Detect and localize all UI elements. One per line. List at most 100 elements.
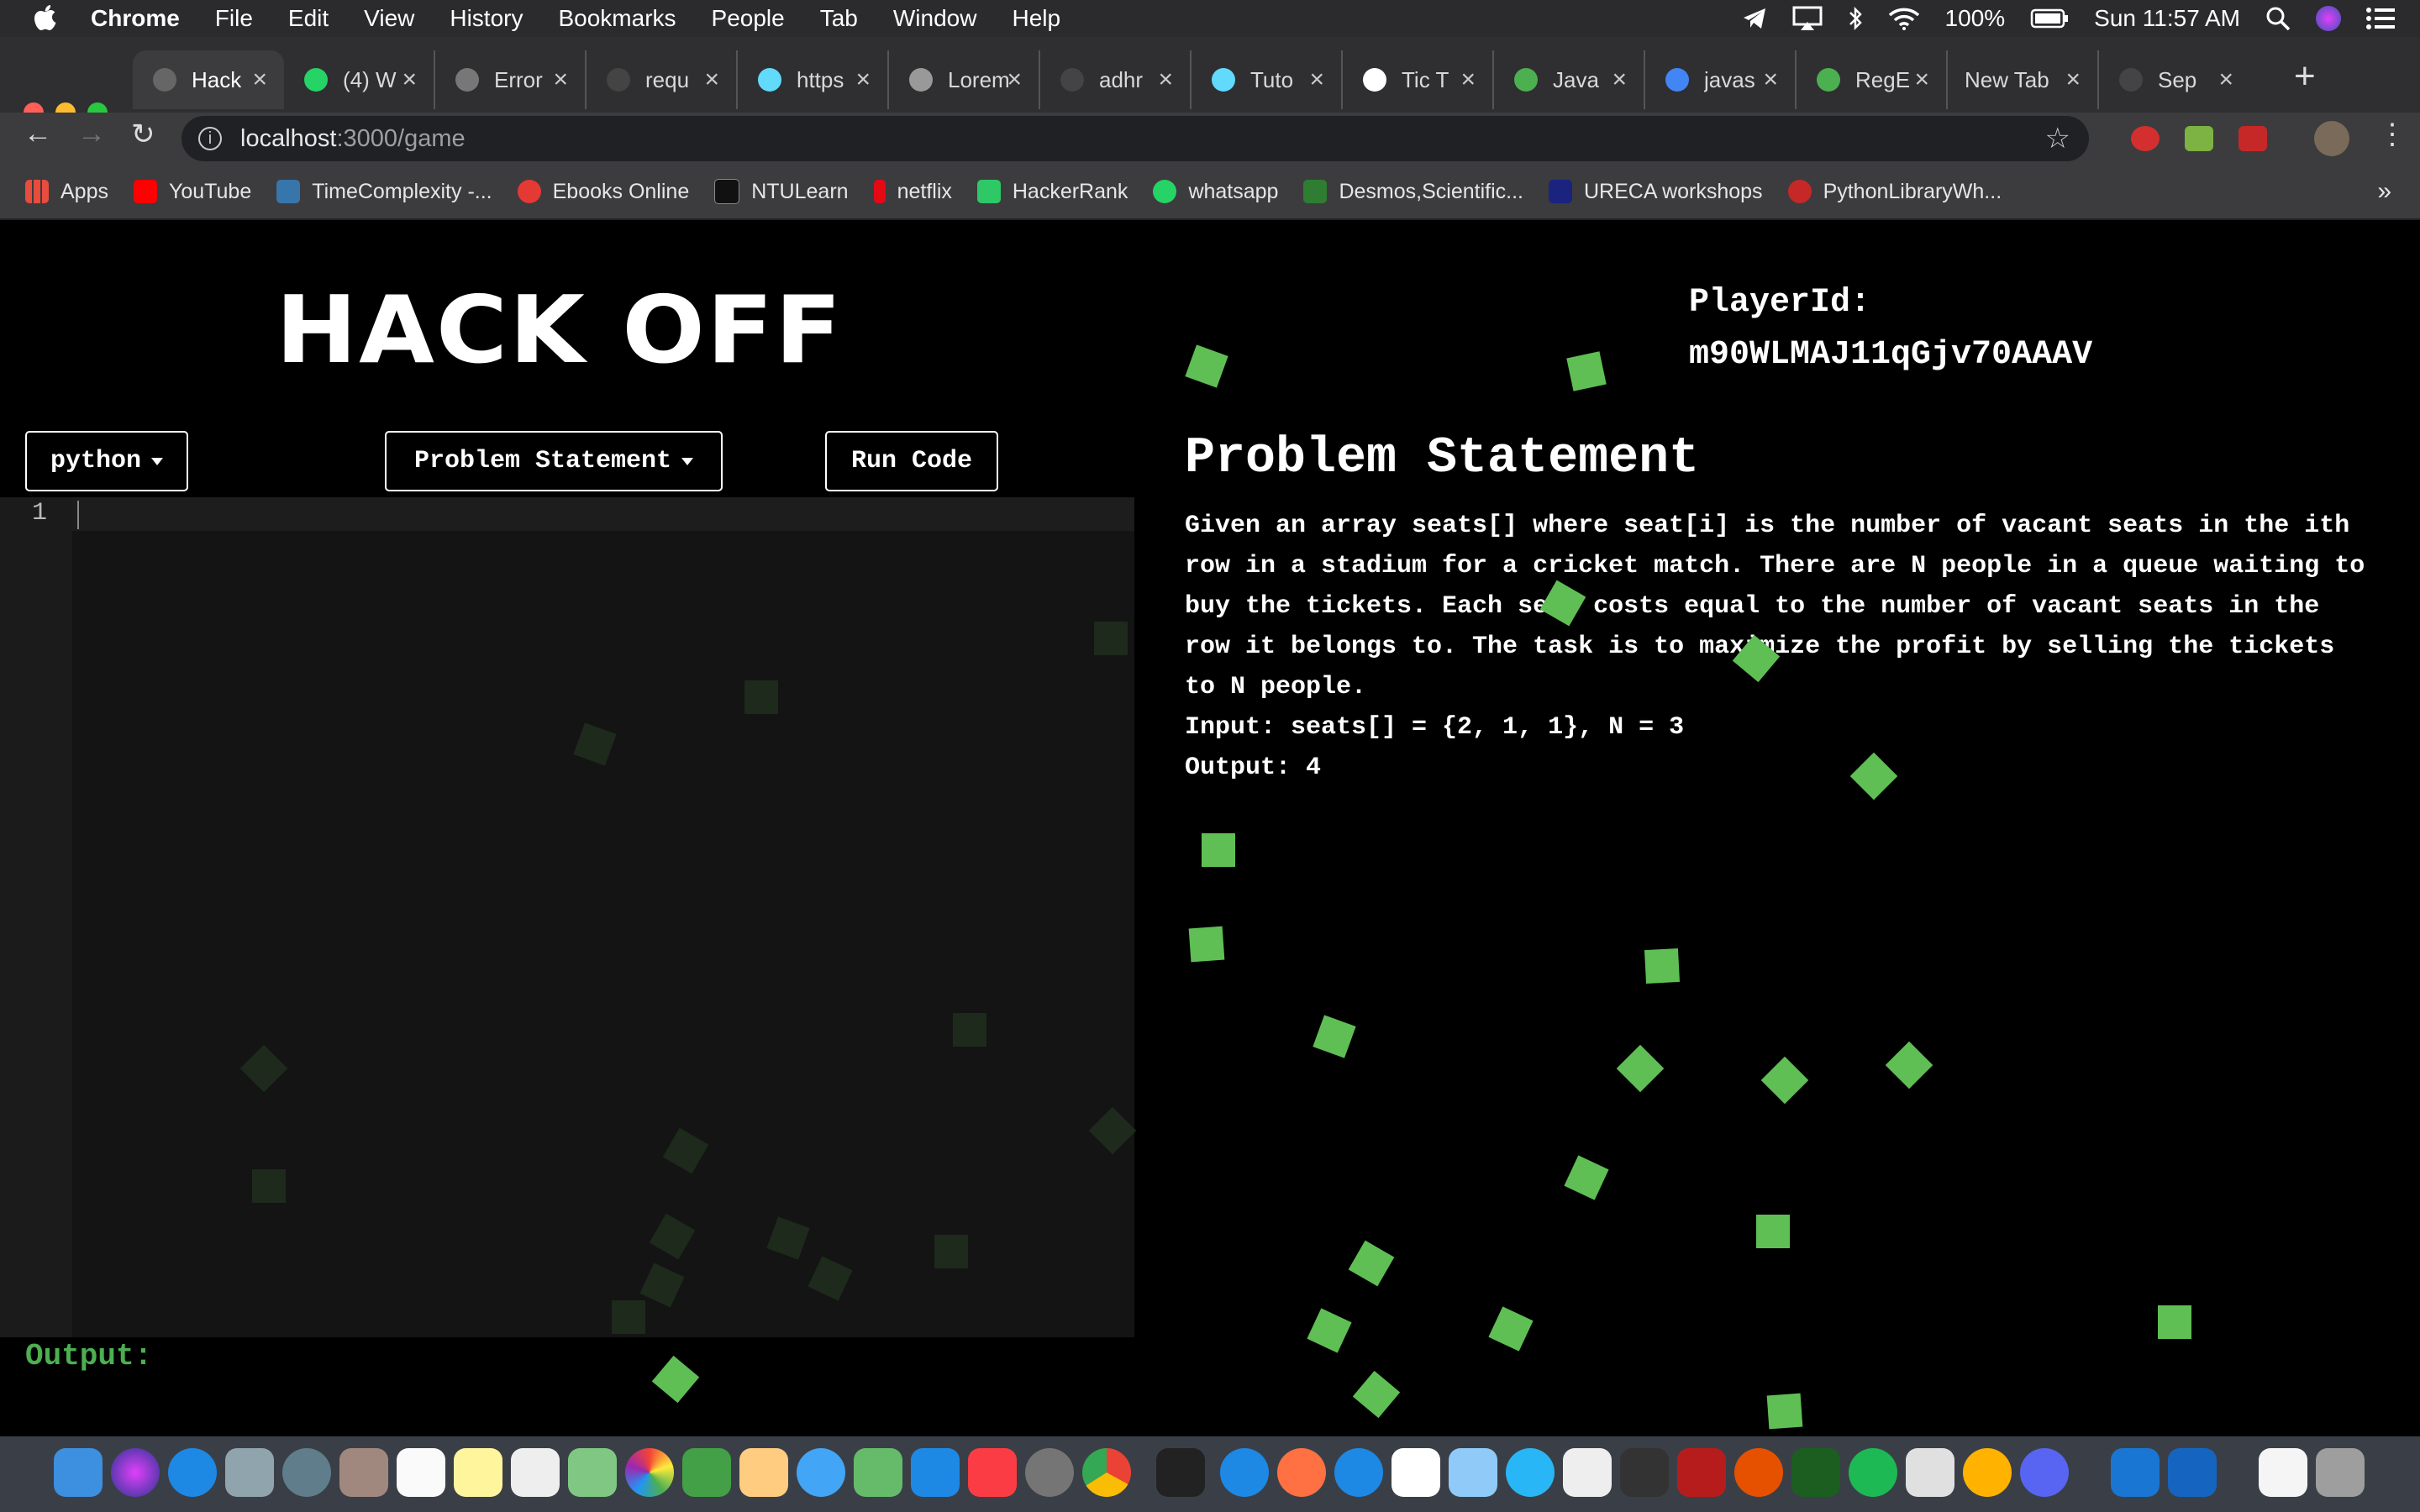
trash-icon[interactable] (2316, 1448, 2365, 1497)
menu-people[interactable]: People (712, 5, 785, 32)
menu-view[interactable]: View (364, 5, 414, 32)
tab-hackoff[interactable]: Hack × (133, 50, 284, 109)
numbers-icon[interactable] (854, 1448, 902, 1497)
terminal-icon[interactable] (1156, 1448, 1205, 1497)
airplay-icon[interactable] (1792, 6, 1823, 31)
sketch-pen-icon[interactable] (1277, 1448, 1326, 1497)
close-icon[interactable]: × (704, 66, 719, 94)
photos-icon[interactable] (625, 1448, 674, 1497)
address-bar[interactable]: i localhost:3000/game ☆ (182, 116, 2089, 161)
tab-tictac[interactable]: Tic T × (1343, 50, 1494, 109)
launchpad-icon[interactable] (282, 1448, 331, 1497)
site-info-icon[interactable]: i (198, 127, 222, 150)
calendar-icon[interactable] (397, 1448, 445, 1497)
messages-icon[interactable] (797, 1448, 845, 1497)
safari-icon[interactable] (168, 1448, 217, 1497)
bookmark-star-icon[interactable]: ☆ (2045, 122, 2070, 155)
close-icon[interactable]: × (1612, 66, 1627, 94)
bookmark-pythonlibrary[interactable]: PythonLibraryWh... (1787, 180, 2002, 204)
close-icon[interactable]: × (2065, 66, 2081, 94)
bookmark-ebooks[interactable]: Ebooks Online (517, 180, 689, 204)
menu-help[interactable]: Help (1012, 5, 1060, 32)
bookmarks-overflow-icon[interactable]: » (2377, 177, 2391, 206)
wifi-icon[interactable] (1888, 7, 1920, 30)
profile-avatar[interactable] (2314, 121, 2349, 156)
code-editor[interactable]: 1 (0, 497, 1134, 1337)
keynote-icon[interactable] (739, 1448, 788, 1497)
close-icon[interactable]: × (1460, 66, 1476, 94)
facetime-icon[interactable] (682, 1448, 731, 1497)
tab-github-requ[interactable]: requ × (587, 50, 738, 109)
siri-dock-icon[interactable] (111, 1448, 160, 1497)
discord-icon[interactable] (2020, 1448, 2069, 1497)
mail-icon[interactable] (225, 1448, 274, 1497)
bookmark-youtube[interactable]: YouTube (133, 180, 251, 204)
forward-arrow-icon[interactable]: → (77, 118, 106, 150)
tab-error[interactable]: Error × (435, 50, 587, 109)
music-icon[interactable] (968, 1448, 1017, 1497)
unity-icon[interactable] (1620, 1448, 1669, 1497)
bookmark-ntulearn[interactable]: NTULearn (714, 179, 849, 204)
chrome-icon[interactable] (1082, 1448, 1131, 1497)
language-dropdown[interactable]: python (25, 431, 188, 491)
menu-clock[interactable]: Sun 11:57 AM (2094, 5, 2240, 32)
photo-booth-icon[interactable] (1677, 1448, 1726, 1497)
tab-regex[interactable]: RegE × (1797, 50, 1948, 109)
close-icon[interactable]: × (553, 66, 568, 94)
keynote-dock-icon[interactable] (911, 1448, 960, 1497)
textedit-icon[interactable] (1906, 1448, 1954, 1497)
contacts-icon[interactable] (339, 1448, 388, 1497)
close-icon[interactable]: × (1158, 66, 1173, 94)
spotlight-search-icon[interactable] (2265, 6, 2291, 31)
run-code-button[interactable]: Run Code (825, 431, 998, 491)
bookmark-timecomplexity[interactable]: TimeComplexity -... (276, 180, 492, 204)
close-icon[interactable]: × (252, 66, 267, 94)
problem-statement-dropdown[interactable]: Problem Statement (385, 431, 723, 491)
tab-github-adhr[interactable]: adhr × (1040, 50, 1192, 109)
menu-app-name[interactable]: Chrome (91, 5, 180, 32)
bookmark-desmos[interactable]: Desmos,Scientific... (1303, 180, 1523, 204)
unity-hub-icon[interactable] (1563, 1448, 1612, 1497)
adblock-extension-icon[interactable] (2131, 126, 2160, 151)
swift-playgrounds-icon[interactable] (1963, 1448, 2012, 1497)
document-icon[interactable] (2259, 1448, 2307, 1497)
back-arrow-icon[interactable]: ← (24, 118, 52, 150)
apple-menu-icon[interactable] (32, 2, 62, 35)
battery-icon[interactable] (2030, 8, 2069, 29)
system-preferences-icon[interactable] (1025, 1448, 1074, 1497)
close-icon[interactable]: × (402, 66, 417, 94)
tab-google-javas[interactable]: javas × (1645, 50, 1797, 109)
excel-icon[interactable] (1791, 1448, 1840, 1497)
bluetooth-icon[interactable] (1848, 6, 1863, 31)
tab-react-https[interactable]: https × (738, 50, 889, 109)
menu-bookmarks[interactable]: Bookmarks (558, 5, 676, 32)
minecraft-extension-icon[interactable] (2185, 126, 2213, 151)
finder-icon[interactable] (54, 1448, 103, 1497)
menu-tab[interactable]: Tab (820, 5, 858, 32)
tab-github-sep[interactable]: Sep × (2099, 50, 2250, 109)
close-icon[interactable]: × (1309, 66, 1324, 94)
tab-lorem[interactable]: Lorem × (889, 50, 1040, 109)
menu-edit[interactable]: Edit (288, 5, 329, 32)
close-icon[interactable]: × (855, 66, 871, 94)
reminders-icon[interactable] (511, 1448, 560, 1497)
close-icon[interactable]: × (1763, 66, 1778, 94)
slack-icon[interactable] (1392, 1448, 1440, 1497)
bookmark-apps[interactable]: Apps (25, 180, 108, 204)
bookmark-netflix[interactable]: netflix (873, 180, 952, 204)
tab-new-tab[interactable]: New Tab × (1948, 50, 2099, 109)
bookmark-whatsapp[interactable]: whatsapp (1153, 180, 1278, 204)
reload-icon[interactable]: ↻ (131, 118, 155, 151)
tab-react-tuto[interactable]: Tuto × (1192, 50, 1343, 109)
preview-icon[interactable] (1449, 1448, 1497, 1497)
skype-icon[interactable] (1334, 1448, 1383, 1497)
menu-window[interactable]: Window (893, 5, 977, 32)
telegram-status-icon[interactable] (1742, 7, 1767, 30)
menu-history[interactable]: History (450, 5, 523, 32)
blender-icon[interactable] (1734, 1448, 1783, 1497)
close-icon[interactable]: × (1914, 66, 1929, 94)
bookmark-hackerrank[interactable]: HackerRank (976, 180, 1128, 204)
notes-icon[interactable] (454, 1448, 502, 1497)
new-tab-plus-icon[interactable]: + (2294, 55, 2316, 97)
tab-java[interactable]: Java × (1494, 50, 1645, 109)
